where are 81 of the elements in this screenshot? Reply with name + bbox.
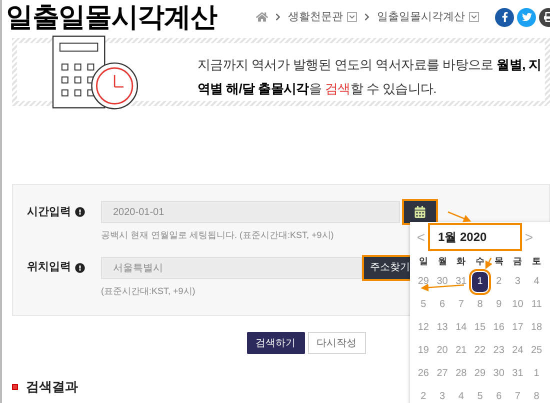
field-label: 시간입력 [27, 204, 71, 220]
calendar-day[interactable]: 31 [512, 366, 524, 381]
calendar-day[interactable]: 19 [418, 343, 429, 358]
dropdown-toggle-icon[interactable] [469, 12, 479, 22]
calendar-day[interactable]: 27 [436, 366, 448, 381]
weekday-label: 수 [475, 256, 484, 266]
calendar-day[interactable]: 4 [458, 389, 464, 403]
calendar-day[interactable]: 5 [477, 389, 483, 403]
weekday-label: 금 [513, 256, 522, 266]
dropdown-toggle-icon[interactable] [347, 12, 357, 22]
calendar-day[interactable]: 22 [474, 343, 486, 358]
info-icon[interactable] [75, 262, 85, 272]
weekday-label: 화 [456, 256, 466, 266]
annotation-arrow [420, 284, 464, 292]
calendar-day[interactable]: 5 [420, 297, 426, 312]
calendar-day[interactable]: 30 [493, 366, 504, 381]
calendar-day[interactable]: 26 [418, 366, 429, 381]
calendar-day[interactable]: 25 [531, 343, 542, 358]
calendar-day[interactable]: 15 [474, 320, 486, 335]
chevron-icon [363, 13, 371, 21]
calendar-button[interactable] [404, 201, 436, 223]
calendar-day[interactable]: 30 [436, 274, 448, 289]
bird-logo-icon [522, 12, 532, 22]
calendar-icon [414, 206, 426, 218]
calendar-day[interactable]: 1 [534, 366, 540, 381]
calendar-day[interactable]: 31 [456, 274, 467, 289]
calendar-month: 1월 2020 [430, 225, 520, 249]
calendar-day[interactable]: 29 [474, 366, 486, 381]
chevron-icon [274, 13, 282, 21]
facebook-logo-icon [500, 12, 510, 22]
calendar-day[interactable]: 14 [456, 320, 467, 335]
weekday-label: 월 [438, 256, 447, 266]
calendar-day[interactable]: 7 [458, 297, 464, 312]
breadcrumb-link[interactable]: 일출일몰시각계산 [377, 8, 465, 26]
location-input-field[interactable]: 서울특별시 [101, 256, 362, 278]
results-heading: 검색결과 [26, 380, 78, 393]
calendar-day[interactable]: 17 [512, 320, 524, 335]
home-icon[interactable] [256, 11, 268, 23]
calendar-day[interactable]: 20 [436, 343, 448, 358]
calendar-day[interactable]: 2 [496, 274, 502, 289]
calendar-day[interactable]: 3 [439, 389, 446, 403]
calendar-day[interactable]: 4 [534, 274, 540, 289]
calendar-day[interactable]: 18 [531, 320, 542, 335]
calendar-day[interactable]: 2 [420, 389, 426, 403]
facebook-share-button[interactable] [495, 8, 514, 26]
info-icon[interactable] [75, 207, 85, 217]
calendar-day[interactable]: 6 [496, 389, 502, 403]
field-hint: (표준시간대:KST, +9시) [101, 284, 196, 298]
calendar-day[interactable]: 10 [512, 297, 524, 312]
annotation-arrow [448, 211, 472, 222]
calendar-day[interactable]: 9 [496, 297, 502, 312]
next-month-button[interactable]: > [522, 226, 536, 248]
calendar-day[interactable]: 12 [418, 320, 429, 335]
intro-text: 지금까지 역서가 발행된 연도의 역서자료를 바탕으로 월별, 지역별 해/달 출몰시각을 검색할 수 있습니다. [197, 56, 542, 98]
calendar-day[interactable]: 7 [514, 389, 520, 403]
annotation-arrow [485, 258, 492, 270]
field-label: 위치입력 [27, 260, 71, 276]
date-input-field[interactable]: 2020-01-01 [101, 201, 400, 223]
calendar-day[interactable]: 16 [493, 320, 504, 335]
weekday-label: 일 [418, 256, 428, 266]
calendar-day[interactable]: 11 [531, 297, 542, 312]
calendar-day[interactable]: 1 [472, 272, 488, 292]
reset-button[interactable]: 다시작성 [308, 332, 366, 354]
weekday-label: 토 [532, 256, 542, 266]
calendar-day[interactable]: 3 [514, 274, 520, 289]
search-button[interactable]: 검색하기 [246, 332, 304, 354]
calendar-day[interactable]: 23 [493, 343, 504, 358]
breadcrumb-link[interactable]: 생활천문관 [288, 8, 343, 26]
calendar-day[interactable]: 8 [534, 389, 540, 403]
calendar-day[interactable]: 21 [456, 343, 467, 358]
weekday-label: 목 [494, 256, 504, 266]
section-marker-icon [12, 384, 18, 390]
calendar-day[interactable]: 28 [456, 366, 467, 381]
previous-month-button[interactable]: < [414, 226, 428, 248]
calendar-day[interactable]: 6 [439, 297, 446, 312]
calendar-day[interactable]: 13 [436, 320, 448, 335]
calendar-day[interactable]: 8 [477, 297, 483, 312]
page-title: 일출일몰시각계산 [6, 4, 217, 30]
calendar-day[interactable]: 24 [512, 343, 524, 358]
field-hint: 공백시 현재 연월일로 세팅됩니다. (표준시간대:KST, +9시) [101, 229, 334, 242]
calendar-day[interactable]: 29 [418, 274, 429, 289]
